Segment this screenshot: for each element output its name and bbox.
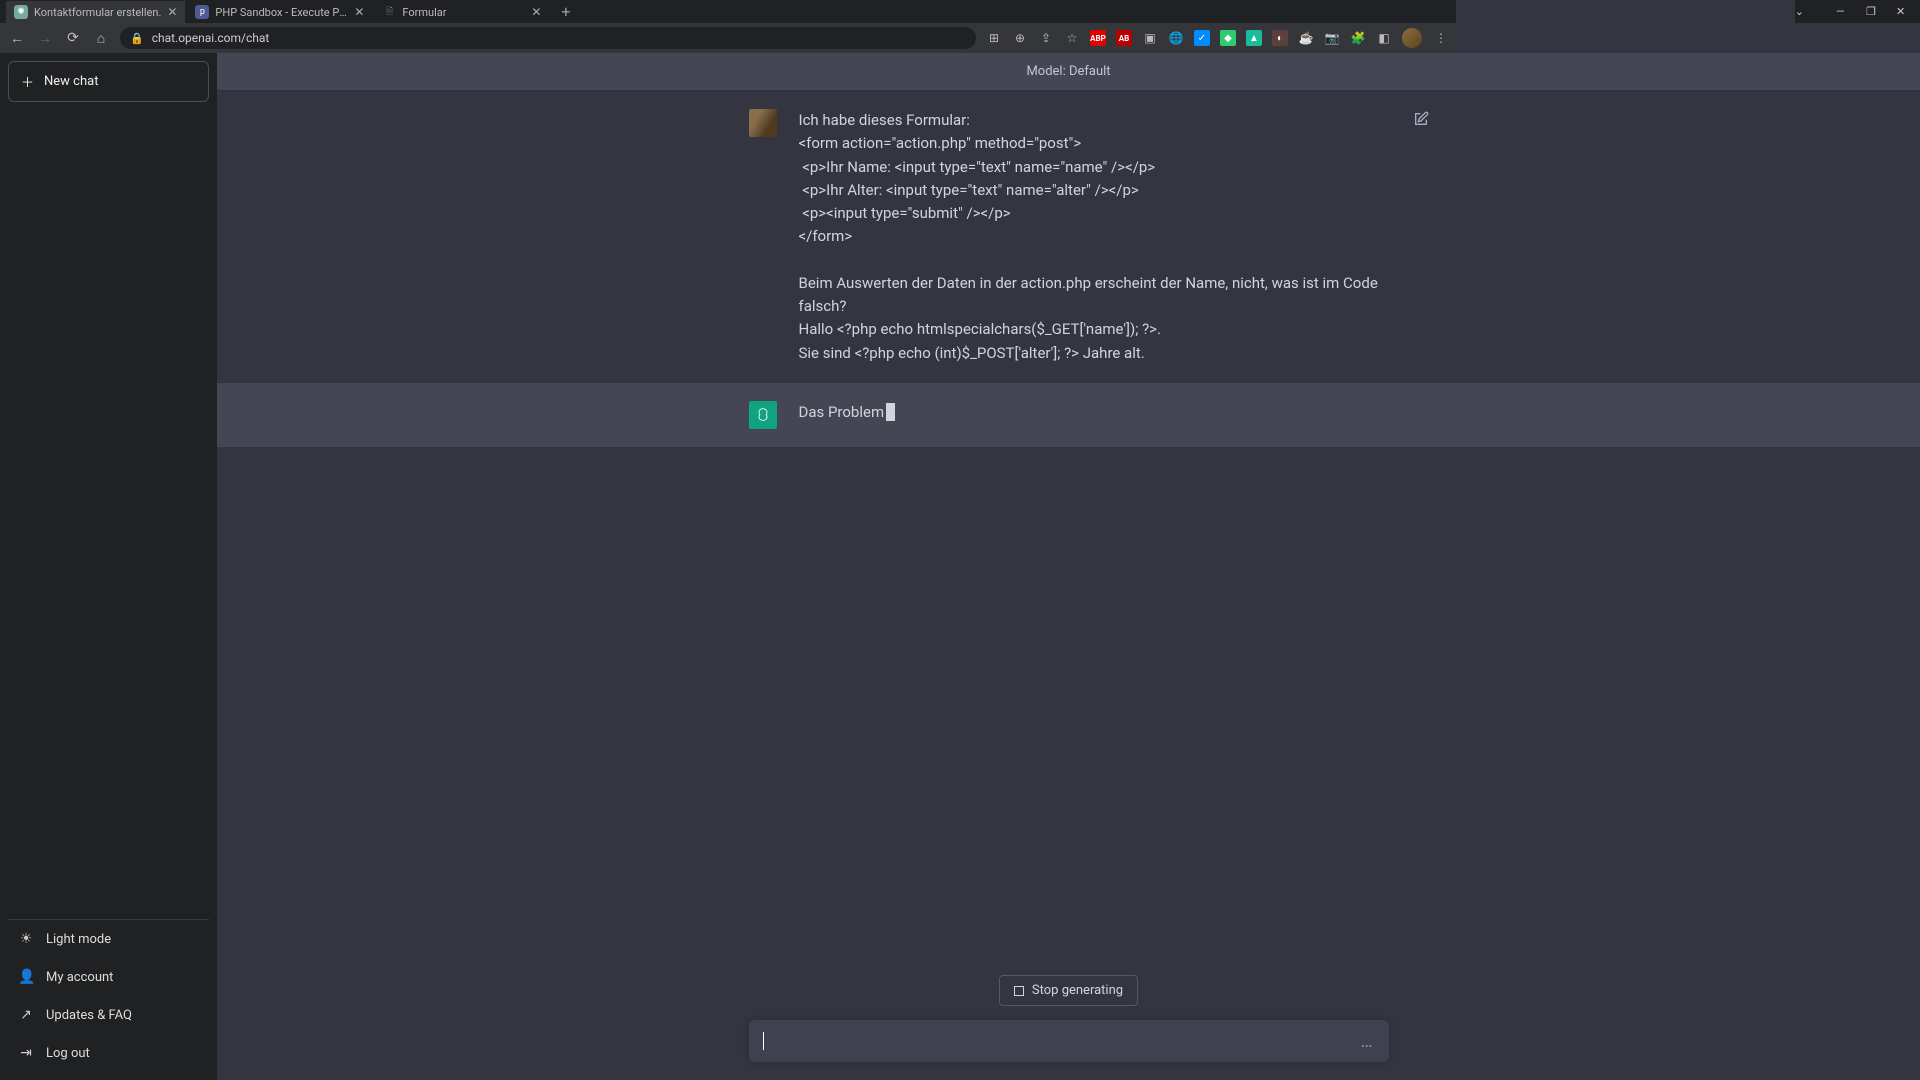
external-link-icon: ↗ (18, 1007, 34, 1023)
reload-button[interactable]: ⟳ (64, 30, 82, 46)
php-favicon: p (195, 5, 209, 19)
new-chat-label: New chat (44, 74, 98, 89)
stop-generating-label: Stop generating (1032, 983, 1123, 998)
close-tab-icon[interactable]: ✕ (161, 5, 177, 19)
camera-icon[interactable]: 📷 (1324, 30, 1340, 46)
user-avatar (749, 109, 777, 137)
forward-button[interactable]: → (36, 30, 54, 47)
user-message-text: Ich habe dieses Formular: <form action="… (799, 109, 1389, 365)
page-favicon: 🗎 (382, 5, 396, 19)
sun-icon: ☀ (18, 931, 34, 947)
kebab-menu-icon[interactable]: ⋮ (1432, 30, 1448, 46)
minimize-button[interactable]: — (1836, 5, 1848, 18)
chatgpt-favicon: ✺ (14, 5, 28, 19)
kofi-icon[interactable]: ☕ (1298, 30, 1314, 46)
tab-title: Kontaktformular erstellen. (34, 6, 161, 19)
composer-area: Stop generating … (217, 975, 1920, 1080)
edit-icon[interactable] (1413, 111, 1429, 131)
tab-php-sandbox[interactable]: p PHP Sandbox - Execute PHP cod ✕ (187, 1, 372, 23)
adblock-icon[interactable]: ABP (1090, 30, 1106, 46)
tab-title: PHP Sandbox - Execute PHP cod (215, 6, 348, 19)
logout-icon: ⇥ (18, 1045, 34, 1061)
home-button[interactable]: ⌂ (92, 30, 110, 47)
share-icon[interactable]: ⇪ (1038, 30, 1054, 46)
translate-icon[interactable]: ⊞ (986, 30, 1002, 46)
back-button[interactable]: ← (8, 30, 26, 47)
browser-toolbar: ← → ⟳ ⌂ 🔒 chat.openai.com/chat ⊞ ⊕ ⇪ ☆ A… (0, 23, 1456, 53)
assistant-message-row: Das Problem (217, 383, 1920, 447)
sidebar-item-log-out[interactable]: ⇥ Log out (8, 1034, 209, 1072)
main-panel: Model: Default Ich habe dieses Formular:… (217, 53, 1920, 1080)
extension-icons: ⊞ ⊕ ⇪ ☆ ABP AB ▣ 🌐 ✓ ◆ ▲ ◐ ☕ 📷 🧩 ◧ ⋮ (986, 28, 1448, 48)
adblock2-icon[interactable]: AB (1116, 30, 1132, 46)
new-tab-button[interactable]: + (551, 2, 580, 21)
close-tab-icon[interactable]: ✕ (348, 5, 364, 19)
sidebar-item-label: Updates & FAQ (46, 1008, 132, 1023)
sidebar-item-label: Log out (46, 1046, 90, 1061)
assistant-message-text: Das Problem (799, 401, 1389, 429)
tab-active[interactable]: ✺ Kontaktformular erstellen. ✕ (6, 1, 185, 23)
sidebar-item-updates-faq[interactable]: ↗ Updates & FAQ (8, 996, 209, 1034)
ext-check-icon[interactable]: ✓ (1194, 30, 1210, 46)
close-tab-icon[interactable]: ✕ (525, 5, 541, 19)
sidebar-item-label: Light mode (46, 932, 111, 947)
side-panel-icon[interactable]: ◧ (1376, 30, 1392, 46)
sidebar: ＋ New chat ☀ Light mode 👤 My account ↗ U… (0, 53, 217, 1080)
sidebar-item-label: My account (46, 970, 113, 985)
message-list: Ich habe dieses Formular: <form action="… (217, 91, 1920, 1080)
bookmark-star-icon[interactable]: ☆ (1064, 30, 1080, 46)
stop-icon (1014, 986, 1024, 996)
url-text: chat.openai.com/chat (152, 31, 270, 45)
model-label: Model: Default (217, 53, 1920, 91)
maximize-button[interactable]: ❐ (1866, 5, 1878, 18)
sidebar-item-my-account[interactable]: 👤 My account (8, 958, 209, 996)
address-bar[interactable]: 🔒 chat.openai.com/chat (120, 27, 976, 49)
tab-formular[interactable]: 🗎 Formular ✕ (374, 1, 549, 23)
new-chat-button[interactable]: ＋ New chat (8, 61, 209, 102)
extensions-puzzle-icon[interactable]: 🧩 (1350, 30, 1366, 46)
tab-title: Formular (402, 6, 525, 19)
assistant-avatar (749, 401, 777, 429)
user-message-row: Ich habe dieses Formular: <form action="… (217, 91, 1920, 383)
zoom-icon[interactable]: ⊕ (1012, 30, 1028, 46)
ext-teal-icon[interactable]: ▲ (1246, 30, 1262, 46)
chat-input-container[interactable]: … (749, 1020, 1389, 1062)
app-root: ＋ New chat ☀ Light mode 👤 My account ↗ U… (0, 53, 1920, 1080)
window-controls: ⌄ — ❐ ✕ (1795, 0, 1920, 23)
more-dots-icon[interactable]: … (1360, 1031, 1374, 1052)
typing-cursor (886, 403, 895, 421)
ext-dark-icon[interactable]: ◐ (1272, 30, 1288, 46)
plus-icon: ＋ (21, 72, 34, 91)
stop-generating-button[interactable]: Stop generating (999, 975, 1138, 1006)
lock-icon: 🔒 (130, 32, 144, 45)
globe-icon[interactable]: 🌐 (1168, 30, 1184, 46)
tab-search-icon[interactable]: ⌄ (1795, 5, 1804, 18)
sidebar-item-light-mode[interactable]: ☀ Light mode (8, 920, 209, 958)
chat-input[interactable] (764, 1030, 1361, 1052)
browser-tab-strip: ✺ Kontaktformular erstellen. ✕ p PHP San… (0, 0, 1456, 23)
user-icon: 👤 (18, 969, 34, 985)
profile-avatar-icon[interactable] (1402, 28, 1422, 48)
cast-icon[interactable]: ▣ (1142, 30, 1158, 46)
ext-green-icon[interactable]: ◆ (1220, 30, 1236, 46)
close-window-button[interactable]: ✕ (1896, 5, 1908, 18)
